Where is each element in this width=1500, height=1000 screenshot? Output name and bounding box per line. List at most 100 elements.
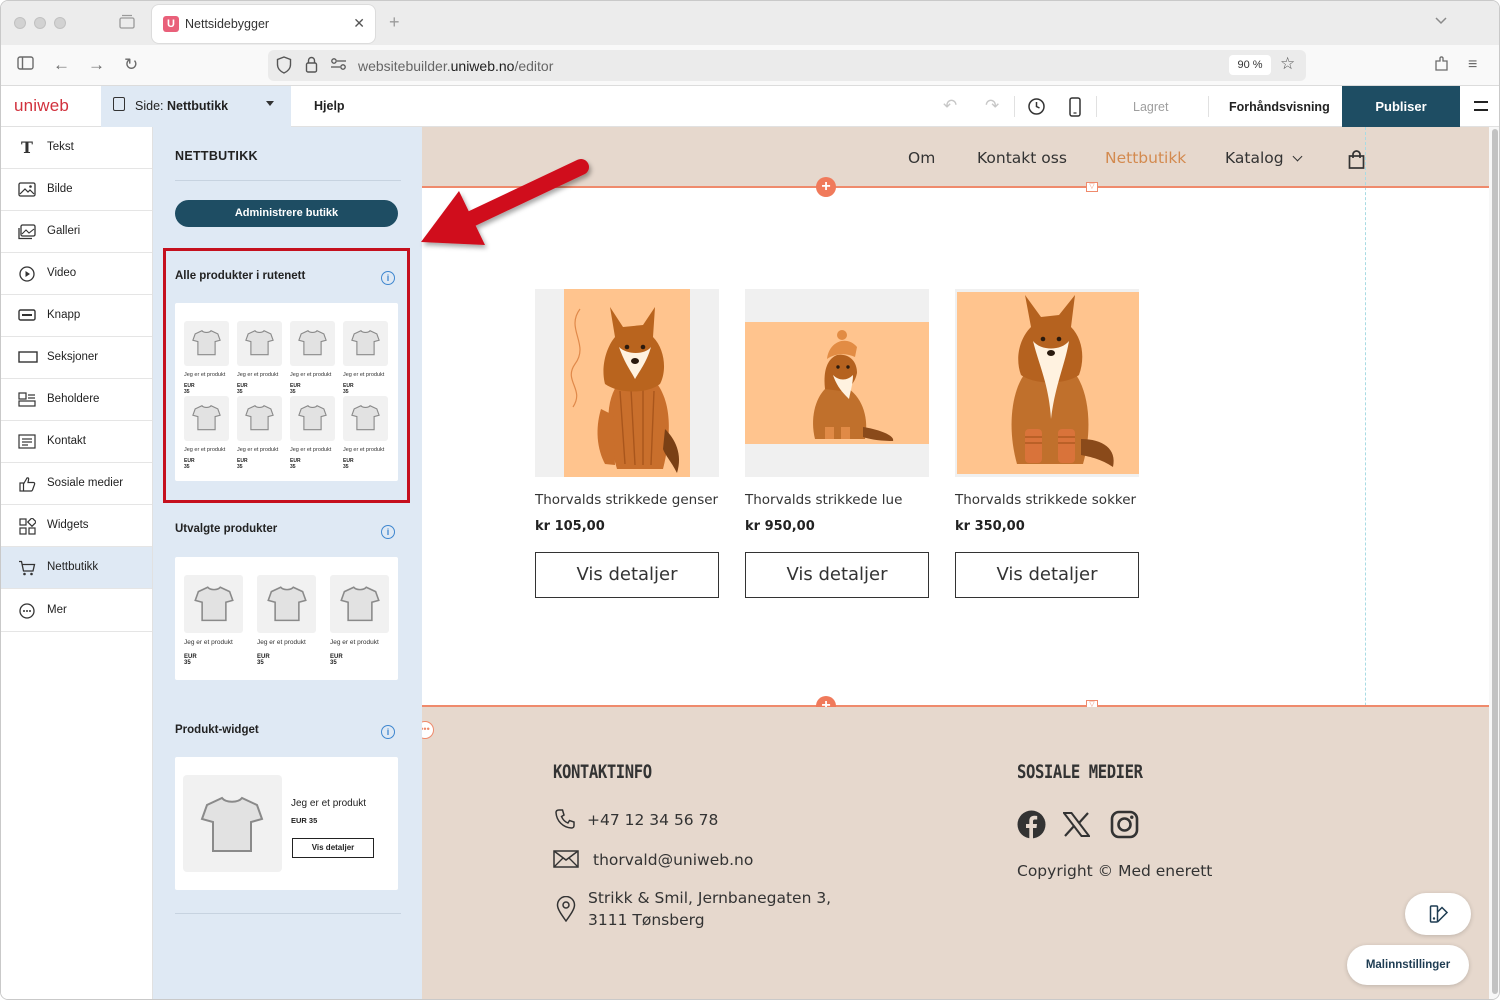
katalog-label: Katalog (1225, 149, 1284, 167)
saved-status: Lagret (1133, 100, 1169, 114)
panel-divider (175, 180, 401, 181)
preview-button[interactable]: Forhåndsvisning (1229, 100, 1330, 114)
help-menu[interactable]: Hjelp (314, 99, 345, 113)
rail-item-beholdere[interactable]: Beholdere (1, 379, 152, 421)
extensions-icon[interactable] (1433, 55, 1450, 77)
app-menu-icon[interactable]: ≡ (1468, 55, 1477, 75)
site-nav-nettbutikk[interactable]: Nettbutikk (1105, 149, 1186, 167)
rail-item-seksjoner[interactable]: Seksjoner (1, 337, 152, 379)
rail-item-label: Mer (47, 604, 67, 616)
view-details-button[interactable]: Vis detaljer (955, 552, 1139, 598)
scrollbar-thumb[interactable] (1492, 129, 1498, 994)
rail-item-kontakt[interactable]: Kontakt (1, 421, 152, 463)
canvas-scrollbar[interactable] (1489, 127, 1499, 999)
product-widget-name: Jeg er et produkt (291, 798, 367, 809)
toolbar-divider (1096, 96, 1097, 117)
site-permissions-icon[interactable] (330, 56, 347, 75)
undo-icon[interactable]: ↶ (943, 96, 957, 116)
contact-icon (18, 434, 36, 450)
browser-tab-active[interactable]: U Nettsidebygger ✕ (152, 5, 375, 43)
hamburger-menu-icon[interactable] (1474, 101, 1488, 111)
contact-phone[interactable]: +47 12 34 56 78 (587, 809, 718, 831)
rail-item-label: Seksjoner (47, 351, 99, 363)
minimize-window-button[interactable] (34, 17, 46, 29)
phone-icon (554, 808, 576, 835)
rail-item-nettbutikk[interactable]: Nettbutikk (1, 547, 152, 589)
close-window-button[interactable] (14, 17, 26, 29)
rail-item-knapp[interactable]: Knapp (1, 295, 152, 337)
info-icon[interactable]: i (381, 525, 395, 539)
product-image-hat[interactable] (745, 289, 929, 477)
containers-icon (18, 392, 36, 408)
site-nav-kontakt[interactable]: Kontakt oss (977, 149, 1067, 167)
image-icon (18, 182, 36, 198)
publish-button[interactable]: Publiser (1342, 86, 1460, 127)
rail-item-label: Nettbutikk (47, 561, 99, 573)
url-bar[interactable]: websitebuilder.uniweb.no/editor 90 % ☆ (268, 50, 1306, 81)
rail-item-galleri[interactable]: Galleri (1, 211, 152, 253)
section-title-featured: Utvalgte produkter (175, 523, 278, 535)
highlight-box (163, 248, 410, 503)
shield-icon[interactable] (276, 56, 292, 77)
contact-address-line2: 3111 Tønsberg (588, 911, 705, 929)
product-image-socks[interactable] (955, 289, 1139, 477)
rail-item-label: Galleri (47, 225, 81, 237)
section-options-icon[interactable]: ••• (422, 721, 434, 739)
add-section-plus-icon[interactable]: + (816, 177, 836, 197)
sidebar-toggle-icon[interactable] (17, 55, 34, 75)
redo-icon[interactable]: ↷ (985, 96, 999, 116)
tab-list-chevron-icon[interactable] (1435, 13, 1447, 28)
rail-item-tekst[interactable]: T Tekst (1, 127, 152, 169)
location-pin-icon (556, 895, 576, 927)
lock-icon[interactable] (305, 56, 318, 76)
uniweb-logo: uniweb (14, 96, 70, 115)
reload-icon[interactable]: ↻ (124, 55, 138, 75)
rail-item-video[interactable]: Video (1, 253, 152, 295)
section-handle-icon[interactable]: ▽ (1086, 182, 1098, 192)
mobile-view-icon[interactable] (1069, 97, 1081, 122)
close-tab-icon[interactable]: ✕ (353, 15, 365, 32)
manage-store-button[interactable]: Administrere butikk (175, 200, 398, 227)
more-icon (18, 603, 36, 619)
url-text[interactable]: websitebuilder.uniweb.no/editor (358, 58, 553, 74)
facebook-icon[interactable] (1017, 810, 1046, 844)
tshirt-icon (257, 575, 316, 633)
rail-item-mer[interactable]: Mer (1, 590, 152, 632)
back-arrow-icon[interactable]: ← (53, 55, 70, 75)
tshirt-icon (330, 575, 389, 633)
bookmark-star-icon[interactable]: ☆ (1280, 54, 1295, 74)
product-widget-details-button: Vis detaljer (292, 838, 374, 858)
info-icon[interactable]: i (381, 725, 395, 739)
shopping-bag-icon[interactable] (1348, 150, 1365, 174)
tab-overview-icon[interactable] (119, 14, 135, 33)
contact-email[interactable]: thorvald@uniweb.no (593, 849, 753, 871)
site-nav-om[interactable]: Om (908, 149, 935, 167)
section-boundary (422, 186, 1489, 188)
zoom-level[interactable]: 90 % (1229, 55, 1271, 75)
mini-product-price: EUR 35 (184, 654, 197, 666)
design-tools-button[interactable] (1405, 893, 1471, 935)
contact-heading: KONTAKTINFO (553, 761, 652, 783)
rail-item-widgets[interactable]: Widgets (1, 505, 152, 547)
view-details-button[interactable]: Vis detaljer (745, 552, 929, 598)
site-nav-katalog[interactable]: Katalog (1225, 149, 1303, 167)
forward-arrow-icon[interactable]: → (88, 55, 105, 75)
rail-item-bilde[interactable]: Bilde (1, 169, 152, 211)
instagram-icon[interactable] (1110, 810, 1139, 844)
featured-products-widget[interactable]: Jeg er et produkt EUR 35 Jeg er et produkt… (175, 557, 398, 680)
zoom-window-button[interactable] (54, 17, 66, 29)
mini-product-name: Jeg er et produkt (257, 639, 306, 646)
new-tab-icon[interactable]: + (389, 12, 400, 33)
page-icon (113, 97, 125, 111)
view-details-button[interactable]: Vis detaljer (535, 552, 719, 598)
rail-item-label: Tekst (47, 141, 74, 153)
history-icon[interactable] (1027, 97, 1046, 121)
x-twitter-icon[interactable] (1061, 812, 1092, 842)
rail-item-sosiale-medier[interactable]: Sosiale medier (1, 463, 152, 505)
page-selector[interactable]: Side: Nettbutikk (101, 86, 291, 127)
product-image-sweater[interactable] (535, 289, 719, 477)
product-widget[interactable]: Jeg er et produkt EUR 35 Vis detaljer (175, 757, 398, 890)
cart-icon (18, 560, 36, 576)
template-settings-button[interactable]: Malinnstillinger (1347, 945, 1469, 985)
email-icon (553, 850, 579, 873)
